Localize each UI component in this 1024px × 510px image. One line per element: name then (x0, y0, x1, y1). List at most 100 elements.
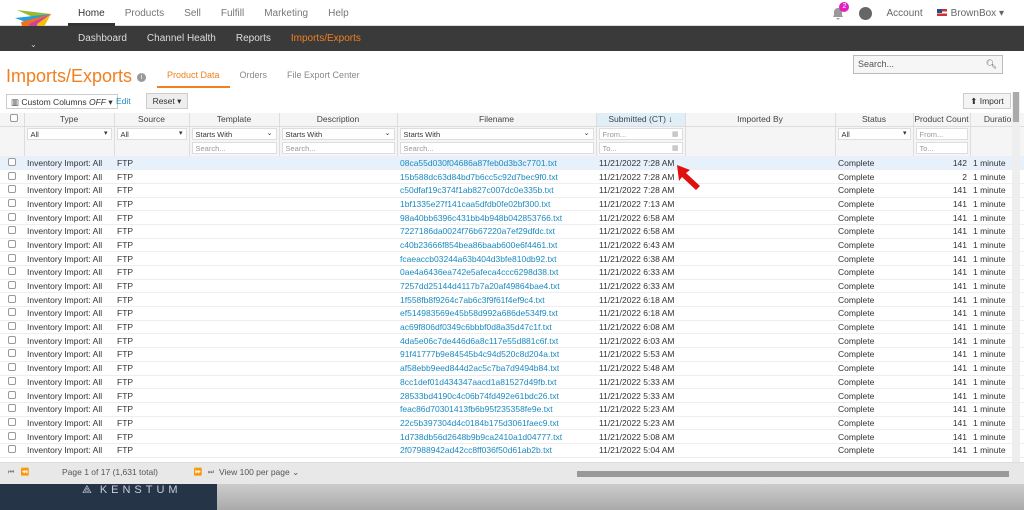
account-link[interactable]: Account (886, 8, 922, 19)
table-row[interactable]: Inventory Import: All FTP 1d738db56d2648b9… (0, 429, 1024, 444)
filename-cell[interactable]: 08ca55d030f04686a87feb0d3b3c7701.txt (397, 156, 596, 171)
calendar-icon[interactable]: ▦ (672, 130, 679, 138)
table-row[interactable]: Inventory Import: All FTP 28533bd4190c4c06… (0, 388, 1024, 403)
table-row[interactable]: Inventory Import: All FTP ac69f806df0349c6… (0, 320, 1024, 335)
row-checkbox[interactable] (8, 445, 16, 454)
table-row[interactable]: Inventory Import: All FTP 8cc1def01d434347… (0, 375, 1024, 390)
reset-button[interactable]: Reset ▾ (146, 93, 188, 109)
template-search-input[interactable]: Search... (191, 141, 277, 154)
description-search-input[interactable]: Search... (281, 141, 395, 154)
store-selector[interactable]: BrownBox ▾ (936, 8, 1004, 19)
table-row[interactable]: Inventory Import: All FTP 0ae4a6436ea742e5… (0, 265, 1024, 280)
notification-button[interactable]: 2 (831, 2, 850, 20)
column-header-imported-by[interactable]: Imported By (685, 113, 836, 127)
table-row[interactable]: Inventory Import: All FTP 98a40bb6396c431b… (0, 210, 1024, 225)
count-from-input[interactable]: From... (915, 127, 968, 140)
row-checkbox[interactable] (8, 431, 16, 440)
filename-cell[interactable]: 98a40bb6396c431bb4b948b042853766.txt (397, 210, 596, 225)
prev-page-icon[interactable]: ⏪ (19, 466, 31, 480)
row-checkbox[interactable] (8, 390, 16, 399)
template-filter-mode[interactable]: Starts With ⌄ (191, 127, 277, 140)
table-row[interactable]: Inventory Import: All FTP 1bf1335e27f141ca… (0, 197, 1024, 212)
row-checkbox[interactable] (8, 157, 16, 166)
first-page-icon[interactable]: ⏮ (5, 466, 17, 480)
filename-cell[interactable]: 15b588dc63d84bd7b6cc5c92d7bec9f0.txt (397, 169, 596, 184)
table-row[interactable]: Inventory Import: All FTP 15b588dc63d84bd7… (0, 169, 1024, 184)
last-page-icon[interactable]: ⏭ (205, 466, 217, 480)
row-checkbox[interactable] (8, 376, 16, 385)
logo-menu-chevron-icon[interactable]: ⌄ (30, 40, 37, 49)
filename-cell[interactable]: 4da5e06c7de446d6a8c117e55d881c6f.txt (397, 333, 596, 349)
filename-cell[interactable]: 2f07988942ad42cc8ff036f50d61ab2b.txt (397, 443, 596, 458)
table-row[interactable]: Inventory Import: All FTP 7257dd25144d4117… (0, 279, 1024, 294)
page-tab-file-export-center[interactable]: File Export Center (277, 70, 370, 88)
row-checkbox[interactable] (8, 349, 16, 358)
filename-cell[interactable]: 8cc1def01d434347aacd1a81527d49fb.txt (397, 375, 596, 390)
column-header-source[interactable]: Source (114, 113, 190, 127)
row-checkbox[interactable] (8, 308, 16, 317)
top-nav-tab-sell[interactable]: Sell (174, 0, 211, 26)
row-checkbox[interactable] (8, 404, 16, 413)
row-checkbox[interactable] (8, 226, 16, 235)
calendar-icon[interactable]: ▦ (672, 144, 679, 152)
filename-cell[interactable]: feac86d70301413fb6b95f235358fe9e.txt (397, 402, 596, 417)
row-checkbox[interactable] (8, 185, 16, 194)
row-checkbox[interactable] (8, 363, 16, 372)
per-page-select[interactable]: View 100 per page ⌄ (219, 467, 299, 478)
table-row[interactable]: Inventory Import: All FTP 1f558fb8f9264c7a… (0, 292, 1024, 308)
column-header-template[interactable]: Template (189, 113, 280, 127)
filename-cell[interactable]: ef514983569e45b58d992a686de534f9.txt (397, 306, 596, 321)
filename-cell[interactable]: 7227186da0024f76b67220a7ef29dfdc.txt (397, 224, 596, 239)
table-row[interactable]: Inventory Import: All FTP fcaeaccb03244a63… (0, 251, 1024, 266)
filename-cell[interactable]: 1bf1335e27f141caa5dfdb0fe02bf300.txt (397, 197, 596, 212)
column-header-product-count[interactable]: Product Count (913, 113, 971, 127)
type-filter-select[interactable]: All ▾ (26, 127, 112, 140)
submitted-from-input[interactable]: From... ▦ (598, 127, 683, 140)
filename-cell[interactable]: 1f558fb8f9264c7ab6c3f9f61f4ef9c4.txt (397, 292, 596, 308)
filename-cell[interactable]: fcaeaccb03244a63b404d3bfe810db92.txt (397, 251, 596, 266)
select-all-checkbox[interactable] (10, 114, 19, 123)
top-nav-tab-home[interactable]: Home (68, 0, 115, 26)
sub-nav-item-imports-exports[interactable]: Imports/Exports (281, 33, 371, 44)
table-row[interactable]: Inventory Import: All FTP af58ebb9eed844d2… (0, 361, 1024, 376)
row-checkbox[interactable] (8, 212, 16, 221)
custom-columns-toggle[interactable]: ▥ Custom Columns OFF ▾ (6, 94, 118, 109)
filename-cell[interactable]: 1d738db56d2648b9b9ca2410a1d04777.txt (397, 429, 596, 444)
top-nav-tab-marketing[interactable]: Marketing (254, 0, 318, 26)
column-header-submitted[interactable]: Submitted (CT) ↓ (596, 113, 686, 127)
top-nav-tab-help[interactable]: Help (318, 0, 359, 26)
filename-cell[interactable]: 28533bd4190c4c06b74fd492e61bdc26.txt (397, 388, 596, 403)
horizontal-scrollbar[interactable] (577, 471, 1009, 477)
table-row[interactable]: Inventory Import: All FTP ef514983569e45b5… (0, 306, 1024, 321)
status-filter-select[interactable]: All ▾ (837, 127, 911, 140)
row-checkbox[interactable] (8, 417, 16, 426)
table-row[interactable]: Inventory Import: All FTP 2f07988942ad42cc… (0, 443, 1024, 458)
search-icon[interactable]: 🔍︎ (986, 59, 997, 70)
table-row[interactable]: Inventory Import: All FTP 91f41777b9e84545… (0, 347, 1024, 362)
filename-cell[interactable]: 22c5b397304d4c0184b175d3061faec9.txt (397, 416, 596, 431)
column-header-status[interactable]: Status (835, 113, 914, 127)
filename-cell[interactable]: ac69f806df0349c6bbbf0d8a35d47c1f.txt (397, 320, 596, 335)
row-checkbox[interactable] (8, 253, 16, 262)
table-row[interactable]: Inventory Import: All FTP 7227186da0024f76… (0, 224, 1024, 239)
source-filter-select[interactable]: All ▾ (116, 127, 187, 140)
filename-cell[interactable]: 7257dd25144d4117b7a20af49864bae4.txt (397, 279, 596, 294)
page-tab-product-data[interactable]: Product Data (157, 70, 230, 88)
row-checkbox[interactable] (8, 267, 16, 276)
import-button[interactable]: ⬆ Import (963, 93, 1011, 109)
vertical-scroll-thumb[interactable] (1013, 92, 1019, 122)
table-row[interactable]: Inventory Import: All FTP c40b23666f854bea… (0, 238, 1024, 253)
filename-cell[interactable]: af58ebb9eed844d2ac5c7ba7d9494b84.txt (397, 361, 596, 376)
user-icon[interactable] (859, 6, 873, 20)
row-checkbox[interactable] (8, 294, 16, 303)
filename-cell[interactable]: c50dfaf19c374f1ab827c007dc0e335b.txt (397, 183, 596, 198)
column-header-description[interactable]: Description (279, 113, 398, 127)
row-checkbox[interactable] (8, 335, 16, 344)
column-header-type[interactable]: Type (24, 113, 115, 127)
table-row[interactable]: Inventory Import: All FTP c50dfaf19c374f1a… (0, 183, 1024, 198)
filename-cell[interactable]: 0ae4a6436ea742e5afeca4ccc6298d38.txt (397, 265, 596, 280)
column-header-filename[interactable]: Filename (397, 113, 597, 127)
sub-nav-item-reports[interactable]: Reports (226, 33, 281, 44)
description-filter-mode[interactable]: Starts With ⌄ (281, 127, 395, 140)
sub-nav-item-dashboard[interactable]: Dashboard (68, 33, 137, 44)
